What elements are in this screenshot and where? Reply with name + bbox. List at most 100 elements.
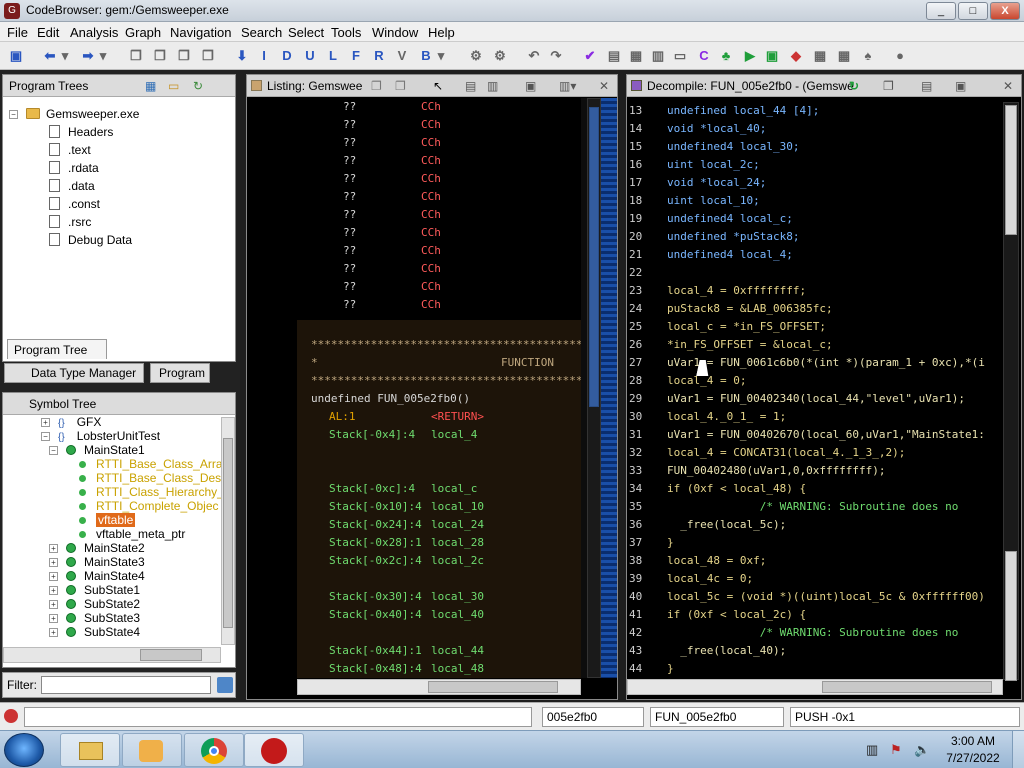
tool5-icon[interactable]: ▥ [648, 46, 668, 66]
decompile-line[interactable]: 43 _free(local_40); [627, 642, 1003, 660]
close-button[interactable]: X [990, 2, 1020, 20]
run-icon[interactable]: ▶ [740, 46, 760, 66]
decompile-hscrollbar[interactable] [627, 679, 1003, 695]
expand-icon[interactable]: − [49, 446, 58, 455]
listing-byte-row[interactable]: ?? CCh [297, 260, 581, 278]
listing-vscrollbar[interactable] [587, 98, 601, 678]
explorer-taskbar-icon[interactable] [60, 733, 120, 767]
back-arrow-icon[interactable]: ⬅ [40, 46, 60, 66]
down-arrow-icon[interactable]: ⬇ [232, 46, 252, 66]
tree-root[interactable]: − Gemsweeper.exe [9, 105, 139, 123]
stack-variable-row[interactable]: Stack[-0x44]:1 local_44 [329, 642, 581, 660]
checkmark-icon[interactable]: ✔ [580, 46, 600, 66]
table-icon[interactable]: ▦ [810, 46, 830, 66]
c-decompile-icon[interactable]: C [694, 46, 714, 66]
tab-data-type-manager[interactable]: Data Type Manager [4, 363, 144, 383]
tray-volume-icon[interactable]: 🔈 [914, 742, 930, 758]
forward-arrow-icon[interactable]: ➡ [78, 46, 98, 66]
scroll-thumb[interactable] [140, 649, 202, 661]
collapse-icon[interactable]: − [9, 110, 18, 119]
clipboard2-icon[interactable]: ❐ [198, 46, 218, 66]
next-bookmark-button[interactable]: B [416, 46, 436, 66]
menu-edit[interactable]: Edit [37, 25, 59, 40]
menu-search[interactable]: Search [241, 25, 282, 40]
decompile-line[interactable]: 13 undefined local_44 [4]; [627, 102, 1003, 120]
decompile-line[interactable]: 41 if (0xf < local_2c) { [627, 606, 1003, 624]
decompile-line[interactable]: 33 FUN_00402480(uVar1,0,0xffffffff); [627, 462, 1003, 480]
listing-byte-row[interactable]: ?? CCh [297, 152, 581, 170]
menu-window[interactable]: Window [372, 25, 418, 40]
tray-flag-icon[interactable]: ⚑ [890, 742, 902, 758]
tree-item-rsrc[interactable]: .rsrc [49, 213, 91, 231]
decompile-line[interactable]: 25 local_c = *in_FS_OFFSET; [627, 318, 1003, 336]
maximize-button[interactable]: □ [958, 2, 988, 20]
tool2-icon[interactable]: ⚙ [490, 46, 510, 66]
tree-item-headers[interactable]: Headers [49, 123, 113, 141]
paste-icon[interactable]: ❐ [150, 46, 170, 66]
scroll-thumb[interactable] [223, 438, 233, 628]
decompile-line[interactable]: 29 uVar1 = FUN_00402340(local_44,"level",… [627, 390, 1003, 408]
listing-byte-row[interactable]: ?? CCh [297, 242, 581, 260]
clipboard-icon[interactable]: ❐ [174, 46, 194, 66]
decompile-line[interactable]: 28 local_4 = 0; [627, 372, 1003, 390]
stack-variable-row[interactable]: Stack[-0x40]:4 local_40 [329, 606, 581, 624]
stack-variable-row[interactable]: Stack[-0x48]:4 local_48 [329, 660, 581, 678]
decompile-line[interactable]: 20 undefined *puStack8; [627, 228, 1003, 246]
decompile-line[interactable]: 22 [627, 264, 1003, 282]
bookmark-dropdown-icon[interactable]: ▾ [436, 46, 446, 66]
minimize-button[interactable]: _ [926, 2, 956, 20]
listing-byte-row[interactable]: ?? CCh [297, 134, 581, 152]
decompile-line[interactable]: 38 local_48 = 0xf; [627, 552, 1003, 570]
decompile-line[interactable]: 15 undefined4 local_30; [627, 138, 1003, 156]
redo-icon[interactable]: ↷ [546, 46, 566, 66]
filter-input[interactable] [41, 676, 211, 694]
tree-item-data[interactable]: .data [49, 177, 95, 195]
next-value-button[interactable]: V [392, 46, 412, 66]
listing-byte-row[interactable]: ?? CCh [297, 206, 581, 224]
listing-byte-row[interactable]: ?? CCh [297, 98, 581, 116]
scroll-thumb[interactable] [589, 107, 599, 407]
forward-dropdown-icon[interactable]: ▾ [98, 46, 108, 66]
symbol-hscrollbar[interactable] [3, 647, 221, 663]
decompile-line[interactable]: 44} [627, 660, 1003, 678]
expand-icon[interactable]: + [41, 418, 50, 427]
stack-variable-row[interactable] [329, 624, 581, 642]
script-icon[interactable]: ▣ [762, 46, 782, 66]
stack-variable-row[interactable] [329, 444, 581, 462]
decompile-line[interactable]: 27 uVar1 = FUN_0061c6b0(*(int *)(param_1 … [627, 354, 1003, 372]
expand-icon[interactable]: − [41, 432, 50, 441]
menu-tools[interactable]: Tools [331, 25, 361, 40]
decompile-line[interactable]: 19 undefined4 local_c; [627, 210, 1003, 228]
decompile-line[interactable]: 40 local_5c = (void *)((uint)local_5c & 0… [627, 588, 1003, 606]
decompile-line[interactable]: 36 _free(local_5c); [627, 516, 1003, 534]
stack-variable-row[interactable]: Stack[-0x10]:4 local_10 [329, 498, 581, 516]
expand-icon[interactable]: + [49, 600, 58, 609]
new-tree-icon[interactable]: ▦ [145, 75, 156, 97]
decompile-line[interactable]: 14 void *local_40; [627, 120, 1003, 138]
tree-icon[interactable]: ♠ [858, 46, 878, 66]
listing-byte-row[interactable]: ?? CCh [297, 278, 581, 296]
media-player-taskbar-icon[interactable] [122, 733, 182, 767]
error-status-icon[interactable] [4, 709, 18, 723]
options-icon[interactable]: ▥▾ [559, 75, 576, 97]
decompile-line[interactable]: 32 local_4 = CONCAT31(local_4._1_3_,2); [627, 444, 1003, 462]
clock-date[interactable]: 7/27/2022 [942, 751, 1004, 765]
folder-icon[interactable]: ▭ [670, 46, 690, 66]
open-folder-icon[interactable]: ▭ [168, 75, 179, 97]
navigation-marker-bar[interactable] [601, 98, 617, 678]
tool3-icon[interactable]: ▤ [604, 46, 624, 66]
chat-icon[interactable]: ● [890, 46, 910, 66]
listing-byte-row[interactable]: ?? CCh [297, 116, 581, 134]
listing-byte-row[interactable]: ?? CCh [297, 224, 581, 242]
refresh-icon[interactable]: ↻ [193, 75, 203, 97]
menu-help[interactable]: Help [428, 25, 455, 40]
stack-variable-row[interactable]: Stack[-0x2c]:4 local_2c [329, 552, 581, 570]
table2-icon[interactable]: ▦ [834, 46, 854, 66]
cursor-select-icon[interactable]: ↖ [433, 75, 443, 97]
menu-graph[interactable]: Graph [125, 25, 161, 40]
stack-variable-row[interactable] [329, 462, 581, 480]
listing-byte-row[interactable]: ?? CCh [297, 296, 581, 314]
decompile-line[interactable]: 16 uint local_2c; [627, 156, 1003, 174]
stack-variable-row[interactable]: Stack[-0x30]:4 local_30 [329, 588, 581, 606]
edit-icon[interactable]: ▤ [921, 75, 932, 97]
